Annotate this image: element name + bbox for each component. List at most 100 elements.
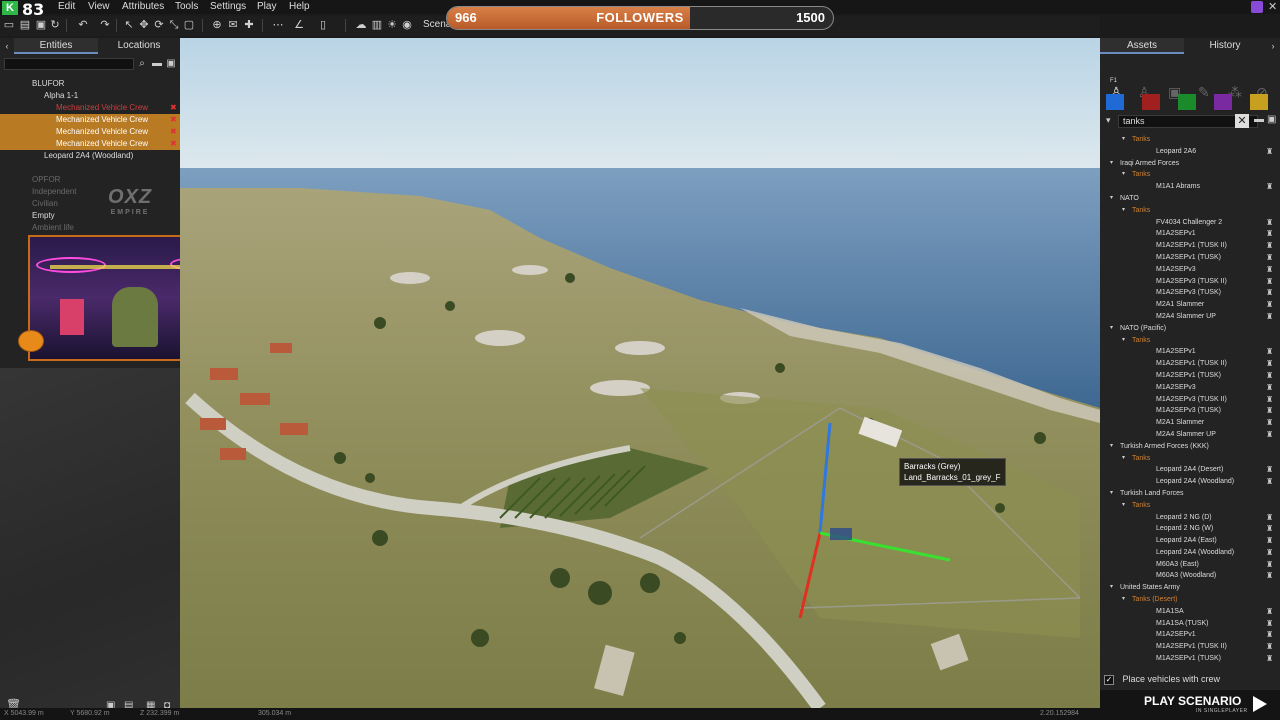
menu-play[interactable]: Play — [257, 0, 276, 14]
entity-tree-row[interactable]: Leopard 2A4 (Woodland) — [0, 150, 180, 162]
asset-vehicle-row[interactable]: FV4034 Challenger 2 ♜ — [1100, 217, 1280, 229]
asset-category-row[interactable]: ▾ Tanks — [1100, 205, 1280, 217]
refresh-icon[interactable]: ↻ — [48, 18, 62, 32]
asset-vehicle-row[interactable]: M1A1SA ♜ — [1100, 606, 1280, 618]
asset-vehicle-row[interactable]: M1A2SEPv1 (TUSK) ♜ — [1100, 370, 1280, 382]
sun-icon[interactable]: ☀ — [385, 18, 399, 32]
city-icon[interactable]: ▥ — [370, 18, 384, 32]
asset-vehicle-row[interactable]: M2A4 Slammer UP ♜ — [1100, 429, 1280, 441]
asset-faction-row[interactable]: ▾ Turkish Armed Forces (KKK) — [1100, 441, 1280, 453]
expand-all-icon[interactable]: ▣ — [165, 57, 177, 70]
expand-arrow-icon[interactable]: ▾ — [1122, 594, 1125, 606]
clear-search-icon[interactable]: ✕ — [1235, 114, 1249, 128]
expand-arrow-icon[interactable]: ▾ — [1122, 500, 1125, 512]
redo-icon[interactable]: ↷ — [98, 18, 112, 32]
menu-view[interactable]: View — [88, 0, 110, 14]
expand-arrow-icon[interactable]: ▾ — [1110, 193, 1113, 205]
select-icon[interactable]: ↖ — [122, 18, 136, 32]
save-icon[interactable]: ▣ — [34, 18, 48, 32]
asset-vehicle-row[interactable]: M1A2SEPv3 (TUSK) ♜ — [1100, 405, 1280, 417]
transform-icon[interactable]: ▢ — [182, 18, 196, 32]
asset-vehicle-row[interactable]: Leopard 2 NG (D) ♜ — [1100, 512, 1280, 524]
asset-category-row[interactable]: ▾ Tanks (Desert) — [1100, 594, 1280, 606]
open-icon[interactable]: ▤ — [18, 18, 32, 32]
asset-vehicle-row[interactable]: Leopard 2 NG (W) ♜ — [1100, 523, 1280, 535]
asset-vehicle-row[interactable]: M1A2SEPv1 (TUSK II) ♜ — [1100, 641, 1280, 653]
asset-faction-row[interactable]: ▾ NATO — [1100, 193, 1280, 205]
asset-category-row[interactable]: ▾ Tanks — [1100, 134, 1280, 146]
asset-vehicle-row[interactable]: M1A2SEPv3 (TUSK II) ♜ — [1100, 394, 1280, 406]
collapse-left-icon[interactable]: ‹ — [0, 38, 14, 54]
collapse-assets-icon[interactable]: ▬ — [1254, 114, 1264, 125]
tab-entities[interactable]: Entities — [14, 38, 98, 54]
weather-icon[interactable]: ☁ — [354, 18, 368, 32]
new-icon[interactable]: ▭ — [2, 18, 16, 32]
entities-search-input[interactable] — [4, 58, 134, 70]
asset-vehicle-row[interactable]: M60A3 (Woodland) ♜ — [1100, 570, 1280, 582]
expand-arrow-icon[interactable]: ▾ — [1122, 134, 1125, 146]
faction-swatch[interactable] — [1142, 94, 1160, 110]
faction-swatch[interactable] — [1178, 94, 1196, 110]
asset-vehicle-row[interactable]: M1A1SA (TUSK) ♜ — [1100, 618, 1280, 630]
menu-tools[interactable]: Tools — [175, 0, 198, 14]
asset-vehicle-row[interactable]: Leopard 2A4 (Woodland) ♜ — [1100, 476, 1280, 488]
filter-dropdown-icon[interactable]: ▾ — [1106, 115, 1111, 126]
menu-attributes[interactable]: Attributes — [122, 0, 164, 14]
entity-tree-row[interactable]: Alpha 1-1 — [0, 90, 180, 102]
asset-vehicle-row[interactable]: M1A2SEPv1 (TUSK) ♜ — [1100, 653, 1280, 665]
expand-arrow-icon[interactable]: ▾ — [1110, 582, 1113, 594]
collapse-right-icon[interactable]: › — [1266, 38, 1280, 54]
asset-vehicle-row[interactable]: M1A2SEPv1 ♜ — [1100, 228, 1280, 240]
entity-tree-row[interactable]: BLUFOR — [0, 78, 180, 90]
asset-vehicle-row[interactable]: M2A4 Slammer UP ♜ — [1100, 311, 1280, 323]
menu-settings[interactable]: Settings — [210, 0, 246, 14]
move-icon[interactable]: ✥ — [137, 18, 151, 32]
collapse-all-icon[interactable]: ▬ — [151, 57, 163, 70]
delete-entity-icon[interactable]: ✖ — [170, 104, 178, 112]
expand-arrow-icon[interactable]: ▾ — [1110, 158, 1113, 170]
delete-entity-icon[interactable]: ✖ — [170, 128, 178, 136]
undo-icon[interactable]: ↶ — [76, 18, 90, 32]
entity-tree-row[interactable]: Mechanized Vehicle Crew ✖ — [0, 114, 180, 126]
menu-edit[interactable]: Edit — [58, 0, 75, 14]
asset-vehicle-row[interactable]: M1A2SEPv1 ♜ — [1100, 629, 1280, 641]
asset-vehicle-row[interactable]: Leopard 2A4 (East) ♜ — [1100, 535, 1280, 547]
delete-entity-icon[interactable]: ✖ — [170, 140, 178, 148]
asset-category-row[interactable]: ▾ Tanks — [1100, 453, 1280, 465]
faction-swatch[interactable] — [1106, 94, 1124, 110]
delete-entity-icon[interactable]: ✖ — [170, 116, 178, 124]
asset-faction-row[interactable]: ▾ NATO (Pacific) — [1100, 323, 1280, 335]
expand-arrow-icon[interactable]: ▾ — [1110, 441, 1113, 453]
search-icon[interactable]: ⌕ — [136, 57, 148, 70]
asset-vehicle-row[interactable]: M2A1 Slammer ♜ — [1100, 417, 1280, 429]
ruler-icon[interactable]: ▯ — [316, 18, 330, 32]
asset-vehicle-row[interactable]: M1A2SEPv1 (TUSK) ♜ — [1100, 252, 1280, 264]
asset-category-row[interactable]: ▾ Tanks — [1100, 500, 1280, 512]
asset-vehicle-row[interactable]: M1A2SEPv1 (TUSK II) ♜ — [1100, 358, 1280, 370]
asset-vehicle-row[interactable]: M1A2SEPv3 ♜ — [1100, 264, 1280, 276]
waypoints-icon[interactable]: ✎ — [1198, 84, 1210, 101]
rotate-icon[interactable]: ⟳ — [152, 18, 166, 32]
asset-vehicle-row[interactable]: Leopard 2A6 ♜ — [1100, 146, 1280, 158]
place-crew-option[interactable]: ✓ Place vehicles with crew — [1104, 672, 1220, 686]
tab-assets[interactable]: Assets — [1100, 38, 1184, 54]
grid-icon[interactable]: ⋯ — [271, 18, 285, 32]
tab-history[interactable]: History — [1184, 38, 1266, 54]
vision-icon[interactable]: ◉ — [400, 18, 414, 32]
expand-arrow-icon[interactable]: ▾ — [1122, 453, 1125, 465]
map-icon[interactable]: ✉ — [226, 18, 240, 32]
expand-arrow-icon[interactable]: ▾ — [1122, 205, 1125, 217]
close-icon[interactable]: ✕ — [1268, 0, 1277, 13]
cross-icon[interactable]: ✚ — [242, 18, 256, 32]
asset-category-row[interactable]: ▾ Tanks — [1100, 335, 1280, 347]
asset-category-row[interactable]: ▾ Tanks — [1100, 169, 1280, 181]
tab-locations[interactable]: Locations — [98, 38, 180, 54]
asset-vehicle-row[interactable]: Leopard 2A4 (Desert) ♜ — [1100, 464, 1280, 476]
entity-tree-row[interactable] — [0, 162, 180, 174]
expand-arrow-icon[interactable]: ▾ — [1110, 488, 1113, 500]
asset-vehicle-row[interactable]: M1A1 Abrams ♜ — [1100, 181, 1280, 193]
faction-swatch[interactable] — [1250, 94, 1268, 110]
asset-faction-row[interactable]: ▾ Turkish Land Forces — [1100, 488, 1280, 500]
entity-tree-row[interactable]: Mechanized Vehicle Crew ✖ — [0, 126, 180, 138]
asset-vehicle-row[interactable]: M1A2SEPv3 ♜ — [1100, 382, 1280, 394]
